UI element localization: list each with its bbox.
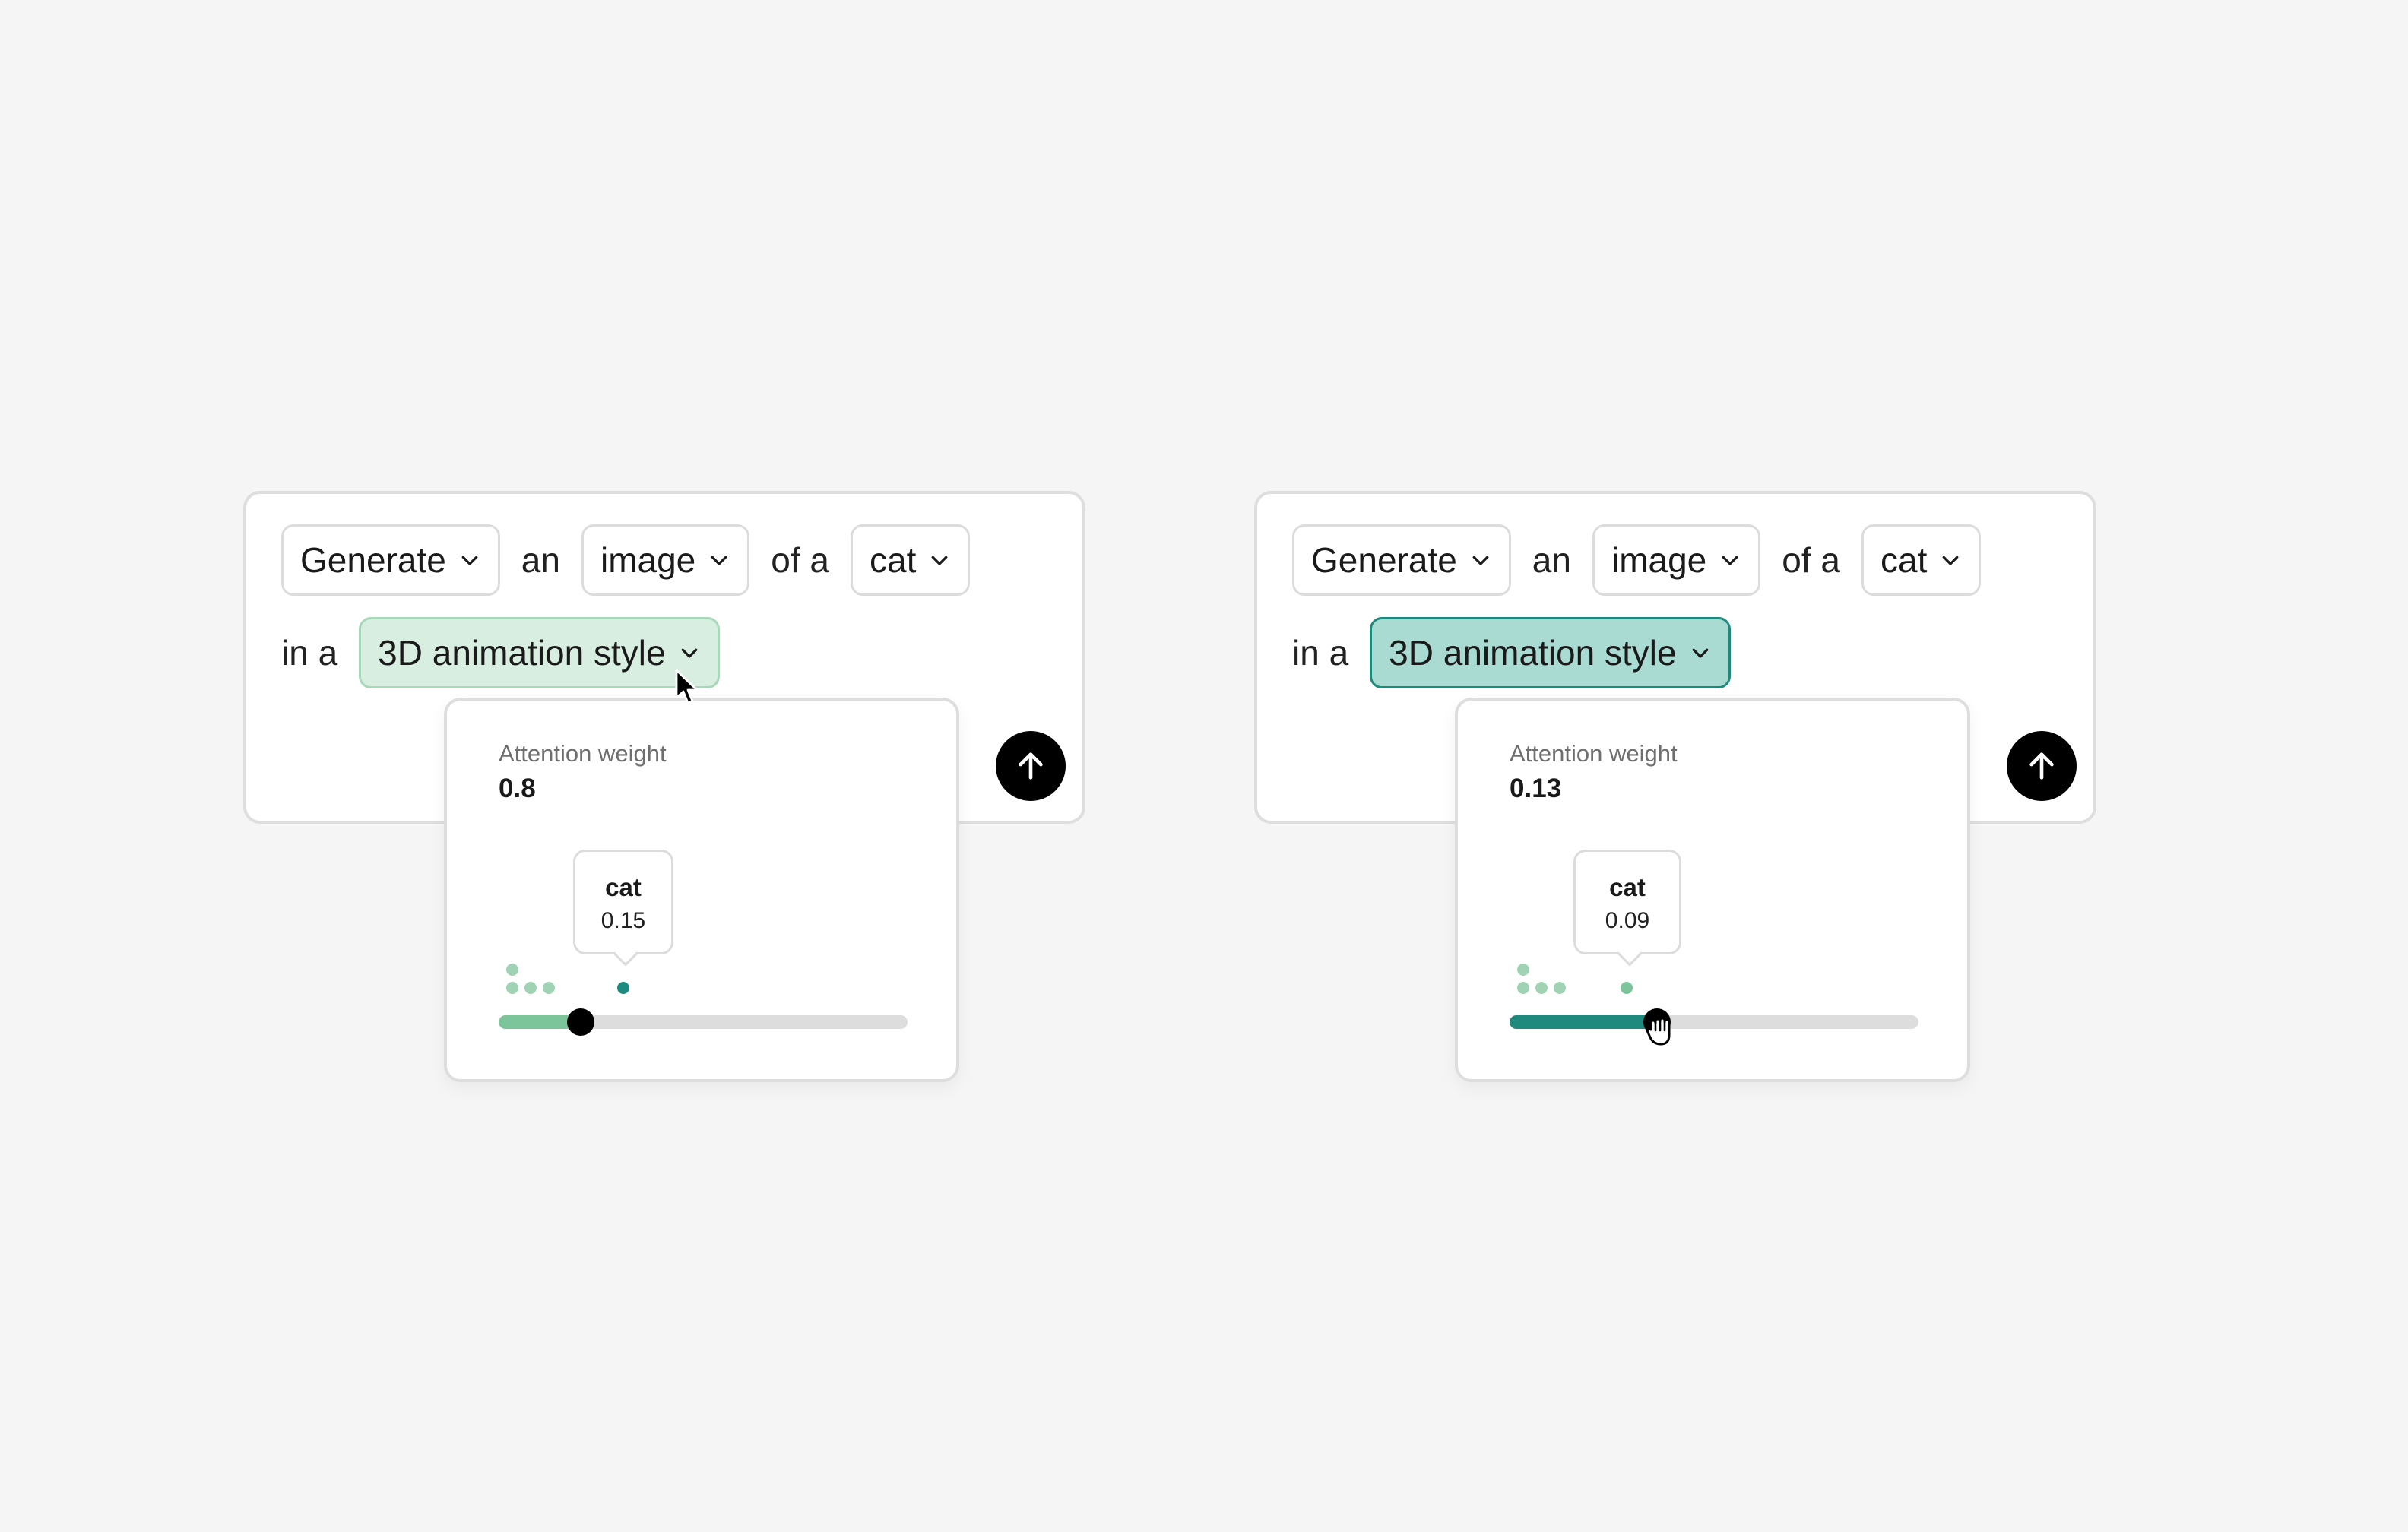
send-button[interactable] — [2007, 731, 2077, 801]
prompt-word-in-a: in a — [1292, 633, 1349, 673]
cat-dropdown[interactable]: cat — [851, 524, 971, 596]
token-tooltip: cat 0.15 — [573, 850, 673, 967]
token-dot — [1517, 982, 1529, 994]
generate-dropdown[interactable]: Generate — [281, 524, 500, 596]
style-dropdown-label: 3D animation style — [378, 633, 666, 673]
attention-popover: Attention weight 0.8 cat 0.15 — [444, 698, 959, 1082]
token-dot — [543, 982, 555, 994]
attention-popover: Attention weight 0.13 cat 0.09 — [1455, 698, 1970, 1082]
generate-dropdown-label: Generate — [300, 540, 446, 580]
chevron-down-icon — [1943, 556, 1959, 565]
send-button[interactable] — [996, 731, 1066, 801]
prompt-word-of-a: of a — [1782, 540, 1840, 580]
token-dot — [1535, 982, 1548, 994]
style-dropdown[interactable]: 3D animation style — [359, 617, 720, 688]
prompt-row-1: Generate an image of a cat — [1292, 524, 1982, 596]
attention-slider-track[interactable] — [499, 1008, 908, 1036]
prompt-row-2: in a 3D animation style — [1292, 617, 1731, 688]
tooltip-token: cat — [605, 873, 642, 901]
token-dot — [1517, 964, 1529, 976]
chevron-down-icon — [461, 556, 478, 565]
tooltip-arrow — [1617, 942, 1642, 967]
cat-dropdown[interactable]: cat — [1861, 524, 1982, 596]
style-dropdown-label: 3D animation style — [1389, 633, 1677, 673]
tooltip-token: cat — [1609, 873, 1646, 901]
attention-weight-value: 0.13 — [1510, 774, 1562, 803]
prompt-panel-left: Generate an image of a cat in a 3D anima… — [243, 491, 1085, 1082]
prompt-word-in-a: in a — [281, 633, 338, 673]
attention-slider-fill — [1510, 1015, 1657, 1029]
attention-weight-label: Attention weight — [499, 740, 667, 767]
hand-grab-cursor-icon — [1646, 1017, 1671, 1046]
tooltip-value: 0.15 — [600, 908, 646, 933]
chevron-down-icon — [1472, 556, 1489, 565]
prompt-word-of-a: of a — [771, 540, 829, 580]
image-dropdown[interactable]: image — [1592, 524, 1761, 596]
attention-slider-track[interactable] — [1510, 1008, 1918, 1036]
generate-dropdown-label: Generate — [1311, 540, 1457, 580]
generate-dropdown[interactable]: Generate — [1292, 524, 1511, 596]
tooltip-arrow — [613, 942, 638, 967]
token-dot — [506, 964, 518, 976]
cat-dropdown-label: cat — [1880, 540, 1928, 580]
prompt-panel-right: Generate an image of a cat in a 3D anima… — [1254, 491, 2096, 1082]
attention-slider-thumb[interactable] — [566, 1008, 594, 1036]
chevron-down-icon — [1692, 648, 1708, 658]
chevron-down-icon — [681, 648, 697, 658]
prompt-word-an: an — [521, 540, 560, 580]
token-dot-active — [1621, 982, 1633, 994]
attention-weight-label: Attention weight — [1510, 740, 1678, 767]
arrow-up-icon — [2029, 752, 2054, 780]
token-dot-active — [617, 982, 629, 994]
style-dropdown[interactable]: 3D animation style — [1370, 617, 1731, 688]
chevron-down-icon — [711, 556, 727, 565]
token-tooltip: cat 0.09 — [1573, 850, 1681, 967]
image-dropdown[interactable]: image — [581, 524, 750, 596]
attention-weight-value: 0.8 — [499, 774, 536, 803]
prompt-row-1: Generate an image of a cat — [281, 524, 971, 596]
tooltip-value: 0.09 — [1605, 908, 1650, 933]
chevron-down-icon — [932, 556, 948, 565]
arrow-cursor-icon — [675, 669, 699, 704]
prompt-word-an: an — [1532, 540, 1571, 580]
token-dot — [524, 982, 537, 994]
cat-dropdown-label: cat — [870, 540, 917, 580]
chevron-down-icon — [1722, 556, 1738, 565]
token-dot — [1554, 982, 1566, 994]
image-dropdown-label: image — [1611, 540, 1707, 580]
image-dropdown-label: image — [600, 540, 696, 580]
token-dot — [506, 982, 518, 994]
prompt-row-2: in a 3D animation style — [281, 617, 720, 688]
arrow-up-icon — [1019, 752, 1043, 780]
